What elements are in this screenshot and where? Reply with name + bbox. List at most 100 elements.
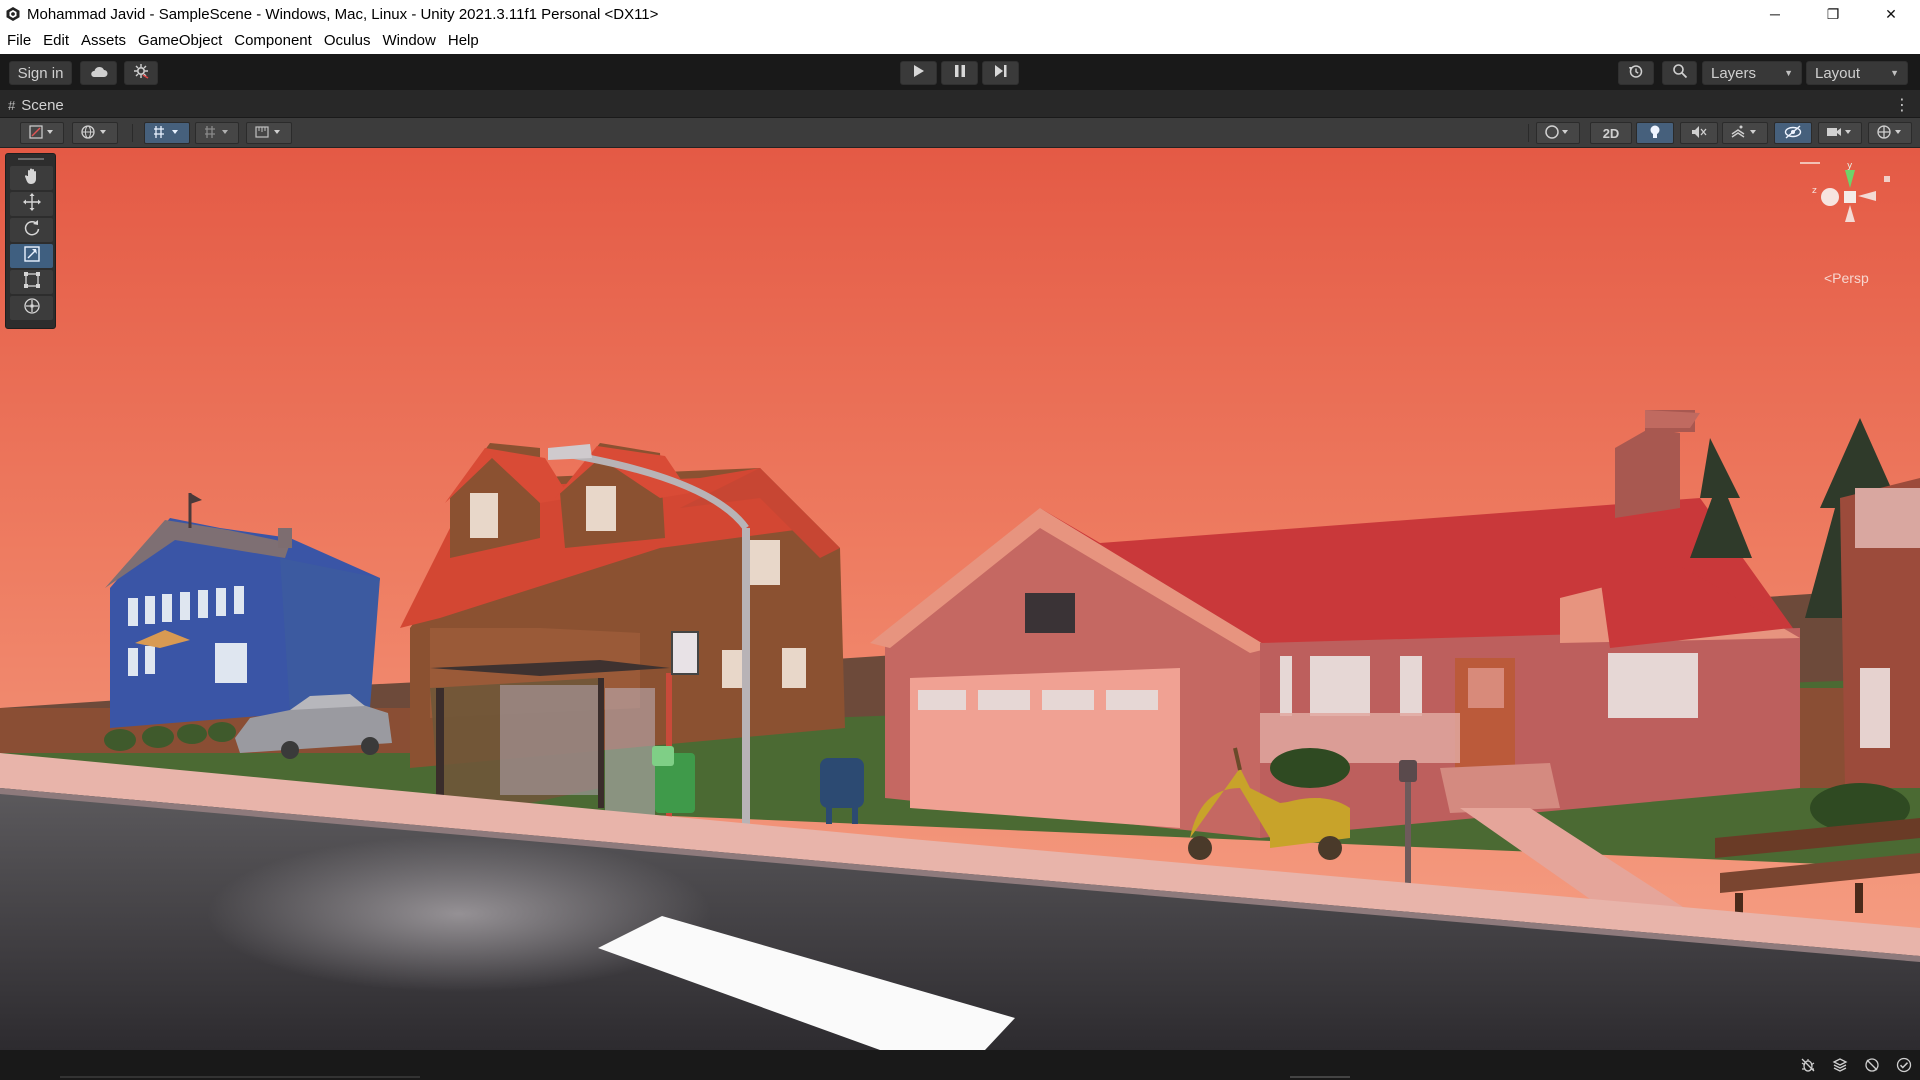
unity-editor-window: Mohammad Javid - SampleScene - Windows, …: [0, 0, 1920, 1080]
transform-tool-button[interactable]: [10, 296, 53, 320]
lighting-toggle[interactable]: [1636, 122, 1674, 144]
sphere-icon: [1544, 124, 1572, 143]
play-button[interactable]: [900, 61, 937, 85]
menu-edit[interactable]: Edit: [37, 30, 75, 52]
title-bar: Mohammad Javid - SampleScene - Windows, …: [0, 0, 1920, 28]
orientation-gizmo[interactable]: y z <Persp: [1800, 160, 1910, 290]
tab-scene-label: Scene: [21, 96, 64, 114]
play-icon: [913, 64, 925, 82]
scene-view-toolbar: 2D: [0, 118, 1920, 148]
svg-text:z: z: [1812, 186, 1817, 196]
audio-toggle[interactable]: [1680, 122, 1718, 144]
global-view-dropdown[interactable]: [72, 122, 118, 144]
scale-icon: [23, 245, 41, 268]
rect-transform-icon: [23, 271, 41, 294]
scene-viewport[interactable]: [0, 148, 1920, 1050]
hand-icon: [24, 167, 40, 190]
cloud-button[interactable]: [80, 61, 117, 85]
effects-icon: [1730, 124, 1760, 143]
main-toolbar: Sign in Layers ▼ Layout ▼: [0, 54, 1920, 90]
draw-mode-dropdown[interactable]: [20, 122, 64, 144]
menu-oculus[interactable]: Oculus: [318, 30, 377, 52]
shaded-mode-icon: [28, 124, 56, 142]
status-icons: [1798, 1055, 1914, 1075]
gizmos-dropdown[interactable]: [1868, 122, 1912, 144]
layers-label: Layers: [1711, 64, 1757, 82]
status-progress-track: [60, 1076, 420, 1078]
svg-text:y: y: [1847, 161, 1853, 171]
window-title: Mohammad Javid - SampleScene - Windows, …: [27, 5, 659, 23]
tools-overlay: [5, 153, 56, 329]
increment-snap-dropdown[interactable]: [195, 122, 239, 144]
history-icon: [1628, 63, 1644, 83]
layout-dropdown[interactable]: Layout ▼: [1806, 61, 1908, 85]
tools-drag-handle[interactable]: [6, 154, 55, 164]
checkmark-circle-icon[interactable]: [1894, 1055, 1914, 1075]
lightbulb-icon: [1648, 124, 1662, 143]
status-bar: [0, 1050, 1920, 1080]
tab-scene[interactable]: # Scene: [8, 93, 64, 117]
ruler-icon: [254, 124, 284, 143]
scale-tool-button[interactable]: [10, 244, 53, 268]
step-icon: [994, 64, 1008, 82]
pause-icon: [954, 64, 966, 82]
hand-tool-button[interactable]: [10, 166, 53, 190]
close-button[interactable]: ✕: [1862, 0, 1920, 28]
menu-component[interactable]: Component: [228, 30, 318, 52]
menu-window[interactable]: Window: [377, 30, 442, 52]
increment-snap-icon: [203, 124, 231, 143]
toggle-2d-button[interactable]: 2D: [1590, 122, 1632, 144]
unity-logo-icon: [5, 6, 21, 22]
eye-hidden-icon: [1784, 124, 1802, 142]
network-off-icon[interactable]: [1862, 1055, 1882, 1075]
chevron-down-icon: ▼: [1784, 68, 1793, 78]
rotate-icon: [23, 219, 41, 242]
more-options-icon[interactable]: ⋮: [1894, 95, 1910, 115]
minimize-button[interactable]: ─: [1746, 0, 1804, 28]
camera-settings-dropdown[interactable]: [1818, 122, 1862, 144]
menu-assets[interactable]: Assets: [75, 30, 132, 52]
menu-gameobject[interactable]: GameObject: [132, 30, 228, 52]
menu-bar: File Edit Assets GameObject Component Oc…: [0, 28, 1920, 54]
search-icon: [1672, 63, 1688, 83]
render-mode-dropdown[interactable]: [1536, 122, 1580, 144]
restore-button[interactable]: ❐: [1804, 0, 1862, 28]
rect-tool-button[interactable]: [10, 270, 53, 294]
debug-bug-icon[interactable]: [1798, 1055, 1818, 1075]
grid-snap-dropdown[interactable]: [144, 122, 190, 144]
effects-dropdown[interactable]: [1722, 122, 1768, 144]
scene-render: [0, 148, 1920, 1050]
collab-icon: [133, 63, 149, 83]
menu-file[interactable]: File: [0, 30, 37, 52]
transform-icon: [23, 297, 41, 320]
cloud-icon: [90, 65, 108, 82]
search-button[interactable]: [1662, 61, 1697, 85]
chevron-down-icon: ▼: [1890, 68, 1899, 78]
axis-gizmo-icon: y z: [1800, 161, 1890, 222]
pause-button[interactable]: [941, 61, 978, 85]
gizmo-icon: [1876, 124, 1904, 143]
projection-label[interactable]: <Persp: [1824, 270, 1869, 286]
scene-tab-bar: # Scene ⋮: [0, 90, 1920, 118]
camera-icon: [1826, 125, 1854, 142]
scene-grid-icon: #: [8, 97, 16, 113]
align-dropdown[interactable]: [246, 122, 292, 144]
step-button[interactable]: [982, 61, 1019, 85]
layout-label: Layout: [1815, 64, 1861, 82]
undo-history-button[interactable]: [1618, 61, 1654, 85]
window-controls: ─ ❐ ✕: [1746, 0, 1920, 28]
right-house: [1840, 478, 1920, 788]
collab-button[interactable]: [124, 61, 158, 85]
grid-snap-icon: [152, 124, 182, 143]
move-icon: [22, 192, 41, 216]
sign-in-button[interactable]: Sign in: [9, 61, 72, 85]
globe-icon: [80, 124, 110, 143]
status-progress-track-secondary: [1290, 1076, 1350, 1078]
scene-visibility-toggle[interactable]: [1774, 122, 1812, 144]
speaker-muted-icon: [1691, 125, 1707, 142]
layers-stack-icon[interactable]: [1830, 1055, 1850, 1075]
menu-help[interactable]: Help: [442, 30, 485, 52]
move-tool-button[interactable]: [10, 192, 53, 216]
rotate-tool-button[interactable]: [10, 218, 53, 242]
layers-dropdown[interactable]: Layers ▼: [1702, 61, 1802, 85]
